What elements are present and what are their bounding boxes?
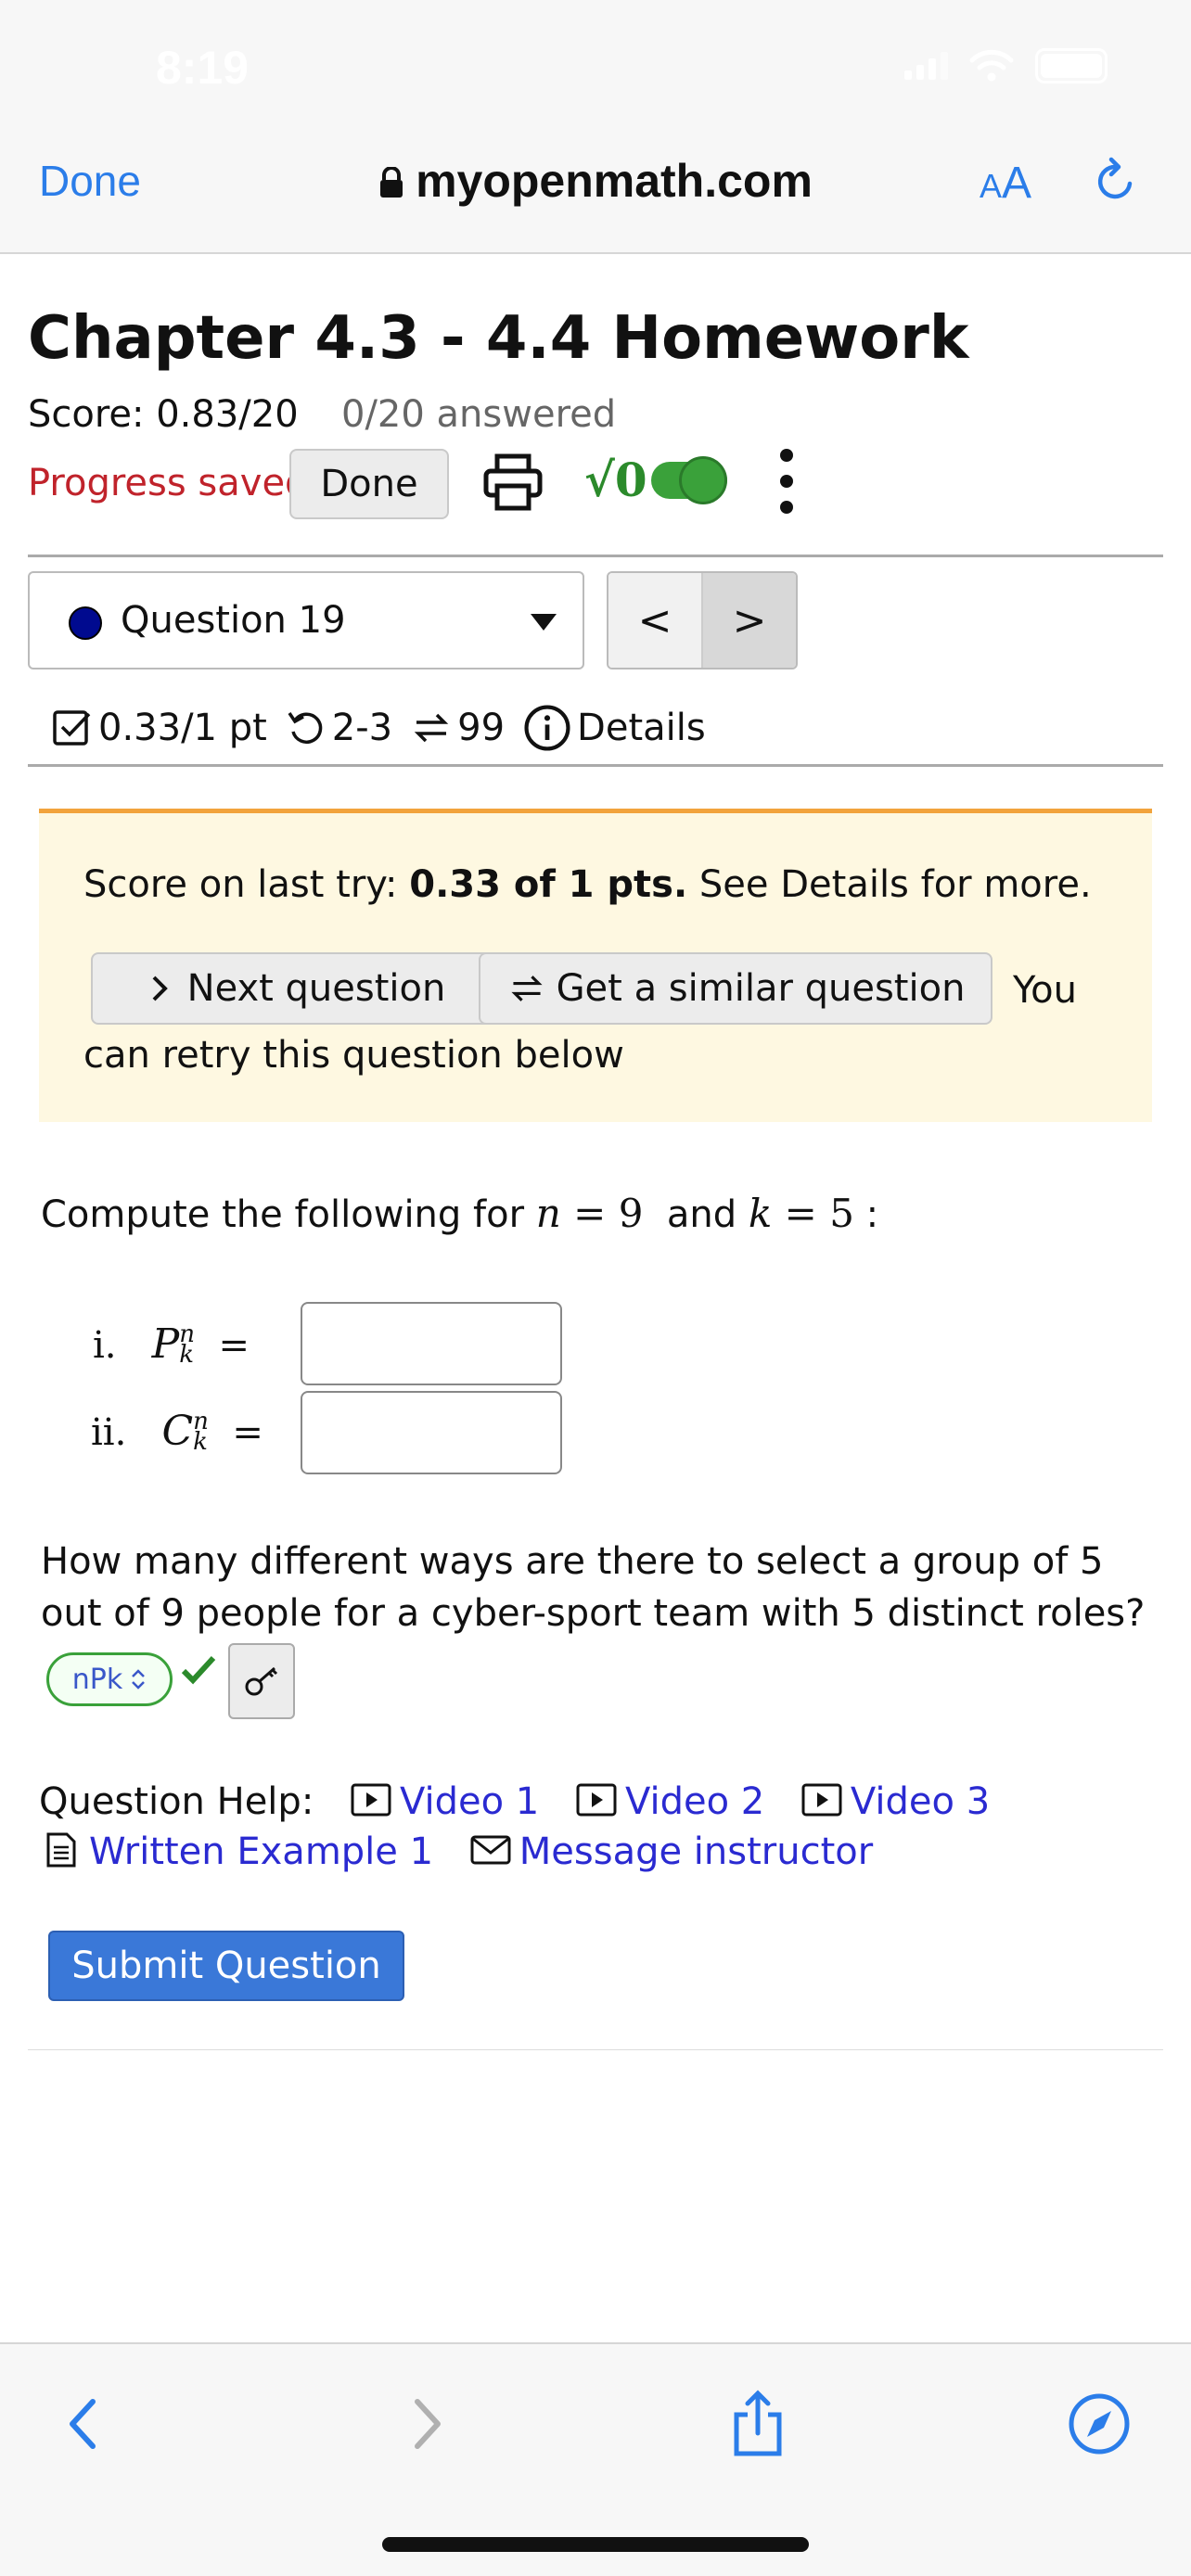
reload-icon[interactable]: [1093, 156, 1139, 206]
question-text: How many different ways are there to sel…: [41, 1540, 1146, 1635]
answer-choice-select[interactable]: nPk: [46, 1652, 173, 1706]
forward-icon[interactable]: [393, 2389, 458, 2459]
versions-text: 99: [457, 707, 506, 749]
lock-icon: [380, 167, 403, 198]
more-menu-icon[interactable]: [777, 449, 796, 514]
attempts-text: 2-3: [331, 707, 393, 749]
last-try-notice: Score on last try: 0.33 of 1 pts. See De…: [39, 809, 1152, 1122]
previous-question-button[interactable]: <: [608, 573, 703, 668]
answered-count: 0/20 answered: [341, 393, 617, 436]
signal-icon: [904, 52, 948, 80]
status-time: 8:19: [156, 42, 250, 94]
back-icon[interactable]: [52, 2389, 117, 2459]
video-icon: [801, 1783, 842, 1817]
done-button[interactable]: Done: [289, 449, 449, 519]
versions-icon: [414, 713, 449, 743]
part-ii-label: ii. Cnk =: [91, 1408, 263, 1456]
points-text: 0.33/1 pt: [98, 707, 267, 749]
similar-question-button[interactable]: Get a similar question: [479, 952, 992, 1025]
key-button[interactable]: [228, 1643, 295, 1719]
written-example-link[interactable]: Written Example 1: [89, 1830, 433, 1873]
permutation-answer-input[interactable]: [301, 1302, 562, 1385]
next-question-arrow-button[interactable]: >: [703, 573, 796, 668]
text-size-button[interactable]: AA: [980, 158, 1031, 209]
video-2-link[interactable]: Video 2: [625, 1780, 764, 1823]
compass-icon[interactable]: [1067, 2389, 1132, 2459]
score-text: Score: 0.83/20: [28, 393, 299, 436]
status-icons: [904, 48, 1108, 83]
progress-status: Progress saved: [28, 462, 309, 504]
retry-icon: [288, 712, 323, 744]
caret-down-icon: [531, 614, 557, 631]
question-help: Question Help: Video 1 Video 2 Video 3 W…: [39, 1777, 1171, 1877]
toggle-switch[interactable]: [650, 455, 727, 504]
chevron-right-icon: [152, 976, 168, 1001]
next-question-button[interactable]: Next question: [91, 952, 501, 1025]
help-label: Question Help:: [39, 1780, 314, 1823]
retry-text: can retry this question below: [83, 1034, 624, 1077]
home-indicator: [382, 2537, 809, 2552]
mail-icon: [470, 1835, 511, 1865]
video-icon: [576, 1783, 617, 1817]
part-i-label: i. Pnk =: [93, 1320, 250, 1369]
divider: [28, 764, 1163, 767]
divider: [28, 2049, 1163, 2050]
updown-chevron-icon: [132, 1669, 146, 1690]
page-title: Chapter 4.3 - 4.4 Homework: [28, 304, 969, 373]
share-icon[interactable]: [725, 2389, 790, 2459]
video-3-link[interactable]: Video 3: [851, 1780, 990, 1823]
wifi-icon: [969, 49, 1014, 82]
math-display-toggle[interactable]: √0: [584, 453, 727, 507]
aa-small: A: [980, 167, 1003, 205]
message-instructor-link[interactable]: Message instructor: [519, 1830, 873, 1873]
question-status-dot: [69, 606, 102, 640]
versions-icon: [510, 976, 543, 1001]
printer-icon[interactable]: [482, 453, 544, 512]
url-text: myopenmath.com: [416, 155, 813, 207]
aa-large: A: [1002, 159, 1032, 208]
video-icon: [351, 1783, 391, 1817]
battery-icon: [1035, 48, 1108, 83]
question-select[interactable]: Question 19: [28, 571, 584, 670]
info-icon[interactable]: [523, 704, 571, 752]
submit-question-button[interactable]: Submit Question: [48, 1931, 404, 2001]
problem-intro: Compute the following for n = 9 and k = …: [41, 1191, 879, 1236]
question-nav: < >: [607, 571, 798, 670]
divider: [28, 555, 1163, 557]
details-link[interactable]: Details: [577, 707, 706, 749]
sqrt-icon: √0: [584, 453, 647, 507]
checkbox-icon: [53, 710, 91, 746]
question-meta: 0.33/1 pt 2-3 99 Details: [52, 701, 724, 755]
browser-top-bar: 8:19 Done myopenmath.com AA: [0, 0, 1191, 254]
retry-text-start: You: [1013, 969, 1077, 1012]
combination-answer-input[interactable]: [301, 1391, 562, 1474]
correct-check-icon: [181, 1655, 216, 1685]
video-1-link[interactable]: Video 1: [400, 1780, 539, 1823]
question-select-label: Question 19: [121, 599, 346, 642]
last-try-score: Score on last try: 0.33 of 1 pts. See De…: [83, 863, 1092, 906]
document-icon: [46, 1832, 76, 1868]
key-icon: [245, 1666, 278, 1696]
answer-choice-value: nPk: [71, 1663, 123, 1696]
